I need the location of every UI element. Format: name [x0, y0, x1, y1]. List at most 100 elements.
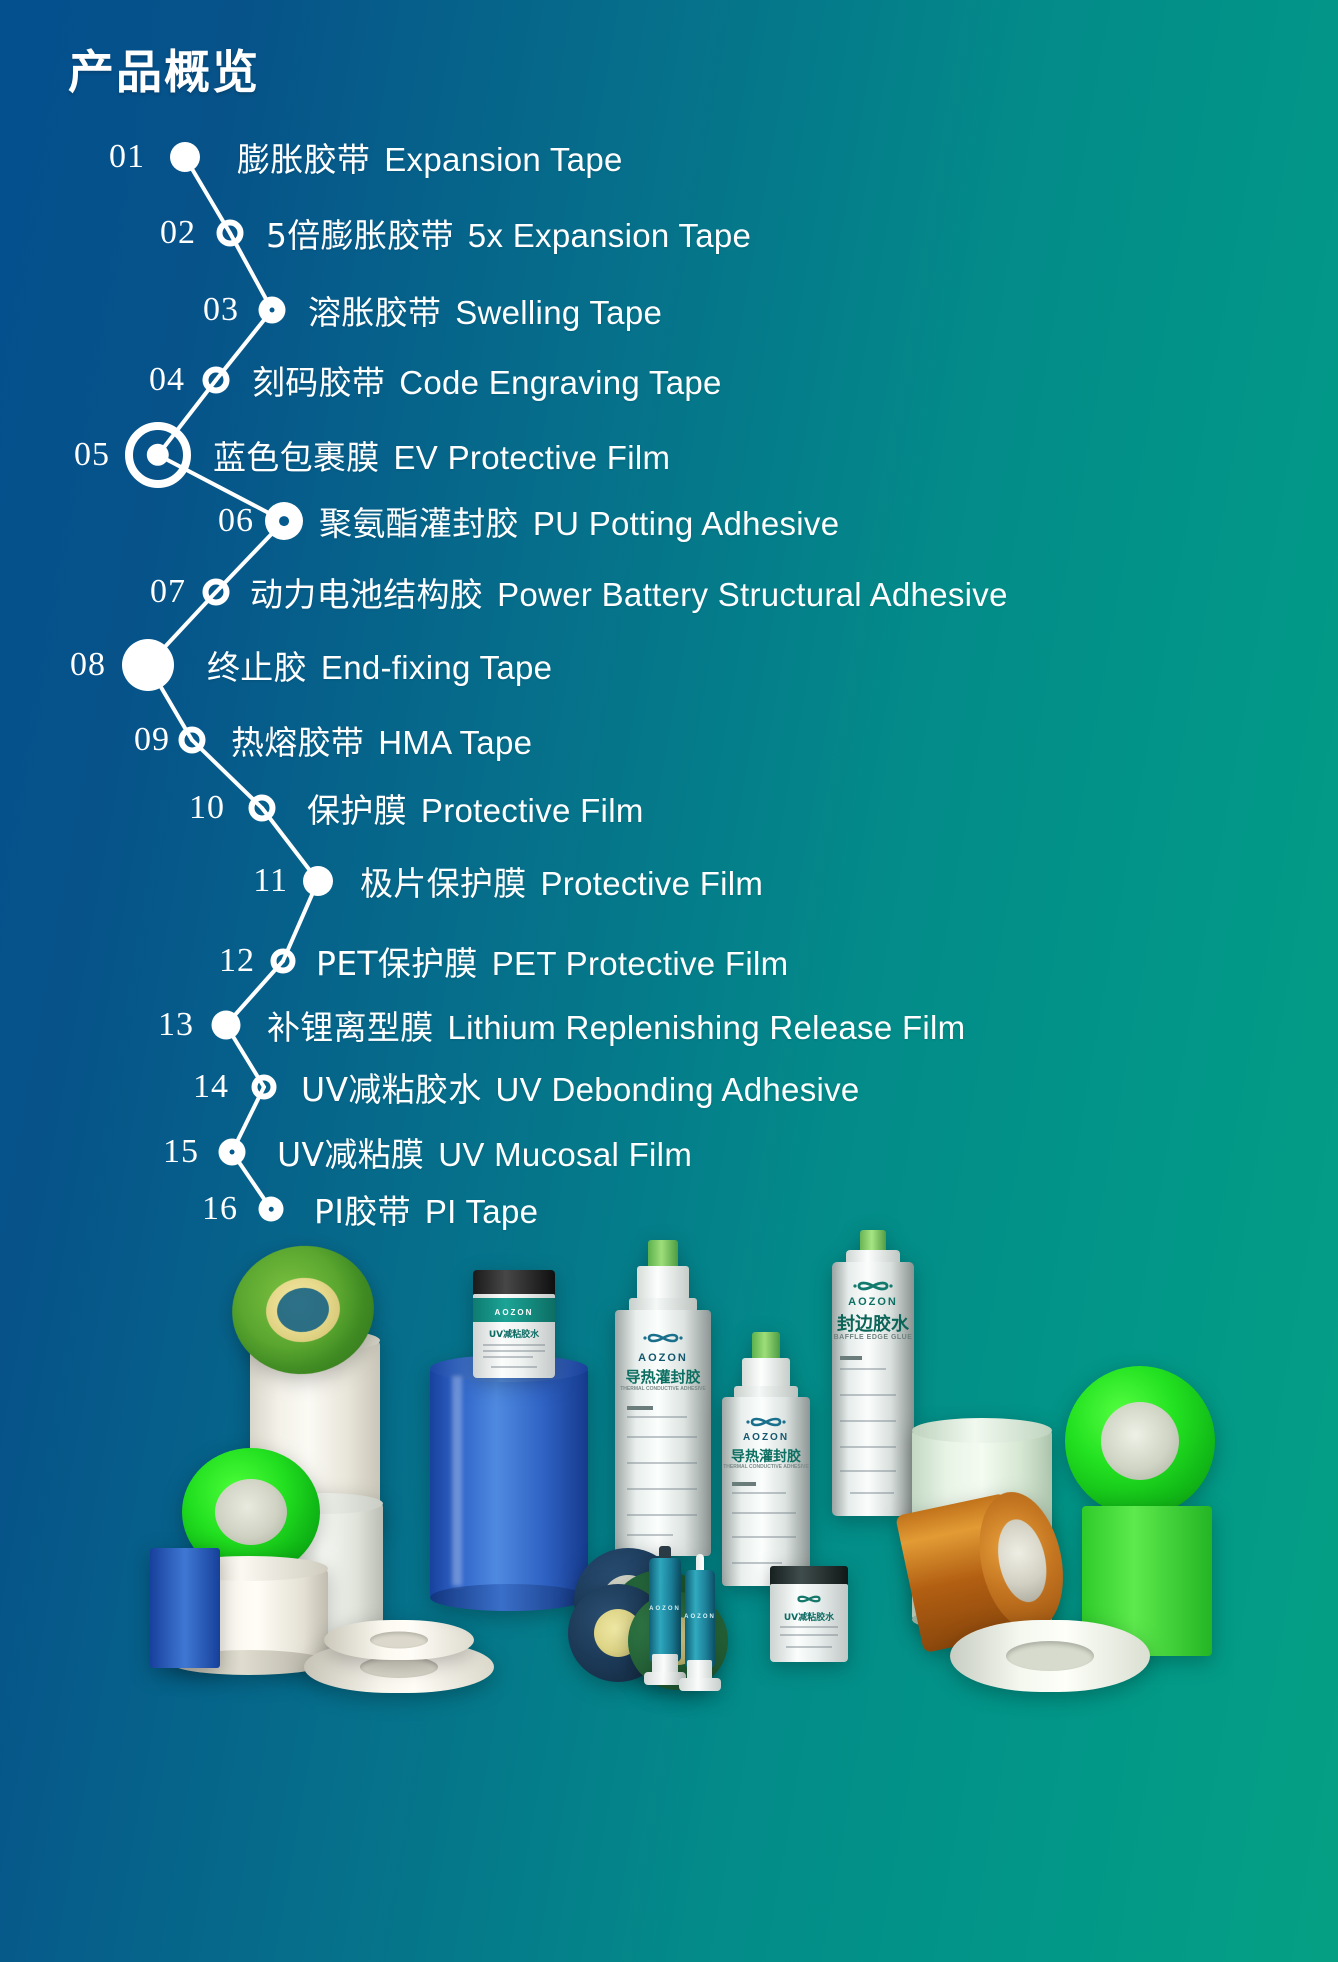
node-inner-dot [269, 307, 275, 313]
node-number-01: 01 [109, 138, 145, 175]
node-marker-10[interactable] [248, 794, 276, 822]
infinity-logo-icon [853, 1281, 893, 1291]
node-label-en: Lithium Replenishing Release Film [447, 1009, 966, 1046]
node-marker-12[interactable] [270, 948, 296, 974]
node-number-12: 12 [219, 942, 255, 979]
node-label-cn: 膨胀胶带 [237, 140, 371, 179]
product-en-label: THERMAL CONDUCTIVE ADHESIVE [723, 1464, 809, 1470]
infinity-logo-icon [746, 1417, 786, 1427]
node-label-15: UV减粘膜 UV Mucosal Film [277, 1128, 692, 1176]
node-label-cn: 聚氨酯灌封胶 [319, 504, 519, 543]
syringe-right: AOZON [679, 1554, 721, 1696]
node-label-cn: 极片保护膜 [360, 864, 527, 903]
node-label-cn: 保护膜 [307, 791, 407, 830]
node-number-10: 10 [189, 789, 225, 826]
node-marker-04[interactable] [202, 366, 230, 394]
node-label-en: PU Potting Adhesive [532, 505, 840, 542]
node-label-cn: 热熔胶带 [231, 723, 365, 762]
node-label-en: PET Protective Film [491, 945, 789, 982]
node-marker-06[interactable] [265, 502, 303, 540]
node-number-02: 02 [160, 214, 196, 251]
product-cn-label: 封边胶水 [837, 1314, 909, 1335]
node-label-05: 蓝色包裹膜 EV Protective Film [213, 431, 670, 479]
node-label-10: 保护膜 Protective Film [307, 784, 644, 832]
jar-black-lid: AOZON UV减粘胶水 [473, 1270, 555, 1378]
node-marker-03[interactable] [258, 296, 286, 324]
white-tape-rolls [950, 1620, 1150, 1692]
product-cn-label: UV减粘胶水 [488, 1330, 540, 1340]
node-number-13: 13 [158, 1006, 194, 1043]
syringe-left: AOZON [644, 1546, 686, 1692]
node-label-cn: UV减粘胶水 [301, 1070, 482, 1109]
node-label-en: PI Tape [424, 1193, 539, 1230]
node-number-11: 11 [253, 862, 288, 899]
brand-label: AOZON [848, 1296, 898, 1308]
blue-film-roll [150, 1548, 220, 1668]
node-label-cn: 刻码胶带 [252, 363, 386, 402]
sealant-tube: AOZON 封边胶水 BAFFLE EDGE GLUE [832, 1230, 914, 1516]
node-label-08: 终止胶 End-fixing Tape [207, 641, 552, 689]
node-number-07: 07 [150, 573, 186, 610]
node-label-cn: 动力电池结构胶 [250, 575, 484, 614]
node-label-16: PI胶带 PI Tape [314, 1185, 538, 1233]
node-label-cn: PET保护膜 [316, 944, 478, 983]
node-marker-01[interactable] [170, 142, 200, 172]
brand-label: AOZON [742, 1432, 790, 1443]
node-inner-dot [279, 516, 289, 526]
node-inner-dot [268, 1206, 274, 1212]
node-inner-dot [229, 1149, 235, 1155]
node-label-en: 5x Expansion Tape [467, 217, 752, 254]
node-label-cn: 终止胶 [207, 648, 307, 687]
product-cn-label: 导热灌封胶 [731, 1449, 801, 1465]
node-number-05: 05 [74, 436, 110, 473]
node-marker-02[interactable] [216, 219, 244, 247]
node-label-cn: 5倍膨胀胶带 [266, 216, 454, 255]
node-label-06: 聚氨酯灌封胶 PU Potting Adhesive [319, 497, 839, 545]
blue-film-roll [430, 1355, 588, 1611]
white-tape-rolls [324, 1620, 474, 1660]
node-marker-07[interactable] [202, 578, 230, 606]
product-photo-collage: AOZON UV减粘胶水 AOZON 导热灌封胶 THERMAL CONDUCT… [150, 1230, 1215, 1962]
node-label-07: 动力电池结构胶 Power Battery Structural Adhesive [250, 568, 1008, 616]
node-number-15: 15 [163, 1133, 199, 1170]
brand-label: AOZON [494, 1308, 534, 1317]
cartridge-small: AOZON 导热灌封胶 THERMAL CONDUCTIVE ADHESIVE [722, 1332, 810, 1586]
node-label-14: UV减粘胶水 UV Debonding Adhesive [301, 1063, 860, 1111]
node-label-cn: 溶胀胶带 [308, 293, 442, 332]
product-overview-diagram: 01 膨胀胶带 Expansion Tape 02 5倍膨胀胶带 5x Expansion… [0, 0, 1338, 1290]
brand-label: AOZON [638, 1352, 688, 1364]
product-en-label: BAFFLE EDGE GLUE [833, 1334, 913, 1341]
node-label-en: End-fixing Tape [320, 649, 553, 686]
brand-label: AOZON [649, 1606, 681, 1612]
node-label-03: 溶胀胶带 Swelling Tape [308, 286, 662, 334]
node-label-en: EV Protective Film [393, 439, 671, 476]
node-number-09: 09 [134, 721, 170, 758]
node-marker-13[interactable] [211, 1010, 241, 1040]
infinity-logo-icon [643, 1333, 683, 1343]
node-label-en: Expansion Tape [384, 141, 623, 178]
infinity-logo-icon [797, 1595, 821, 1603]
node-label-en: Code Engraving Tape [399, 364, 722, 401]
node-marker-16[interactable] [258, 1196, 284, 1222]
jar-black-lid: UV减粘胶水 [770, 1566, 848, 1662]
node-marker-05[interactable] [125, 422, 191, 488]
node-label-en: UV Debonding Adhesive [495, 1071, 860, 1108]
node-label-04: 刻码胶带 Code Engraving Tape [252, 356, 722, 404]
node-label-01: 膨胀胶带 Expansion Tape [237, 133, 623, 181]
brand-label: AOZON [684, 1614, 716, 1620]
node-marker-08[interactable] [122, 639, 174, 691]
node-marker-11[interactable] [303, 866, 333, 896]
node-marker-15[interactable] [218, 1138, 246, 1166]
node-marker-14[interactable] [251, 1074, 277, 1100]
node-label-12: PET保护膜 PET Protective Film [316, 937, 788, 985]
node-label-cn: PI胶带 [314, 1192, 411, 1231]
node-label-02: 5倍膨胀胶带 5x Expansion Tape [266, 209, 751, 257]
node-number-16: 16 [202, 1190, 238, 1227]
node-number-03: 03 [203, 291, 239, 328]
product-cn-label: UV减粘胶水 [783, 1613, 835, 1623]
node-marker-09[interactable] [178, 726, 206, 754]
node-inner-dot [146, 443, 170, 467]
node-label-13: 补锂离型膜 Lithium Replenishing Release Film [267, 1001, 965, 1049]
cartridge-large: AOZON 导热灌封胶 THERMAL CONDUCTIVE ADHESIVE [615, 1240, 711, 1556]
node-label-cn: 蓝色包裹膜 [213, 438, 380, 477]
